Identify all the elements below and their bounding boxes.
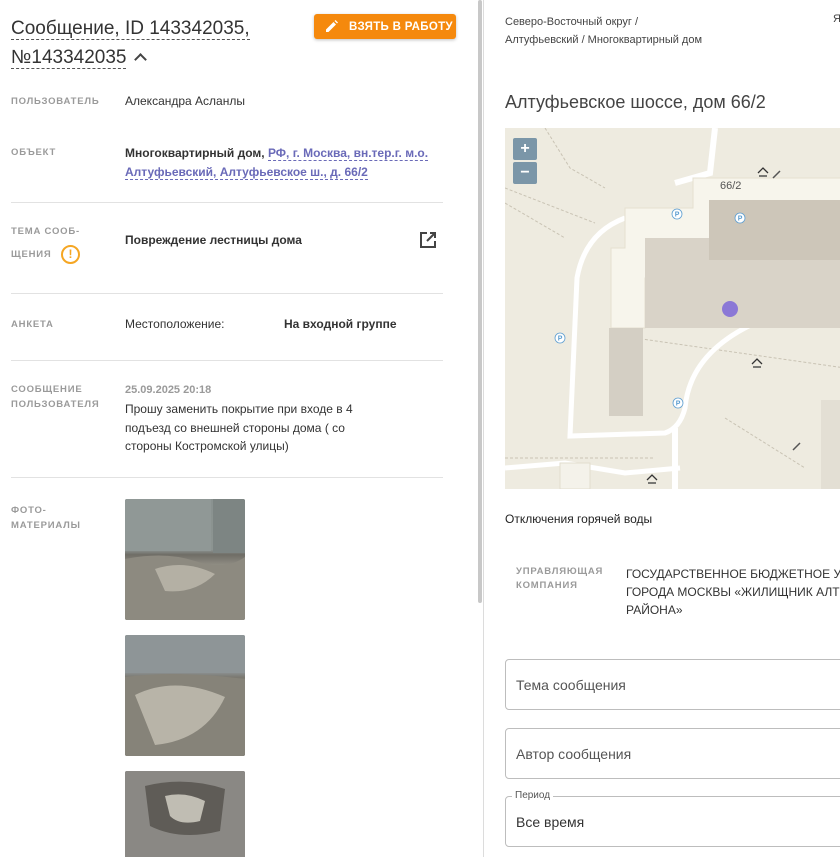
survey-value: На входной группе bbox=[284, 317, 397, 331]
parking-icon: P bbox=[558, 336, 563, 343]
photos-label-2: МАТЕРИАЛЫ bbox=[11, 520, 81, 531]
topic-label-1: ТЕМА СООБ- bbox=[11, 226, 80, 237]
user-value: Александра Асланлы bbox=[125, 94, 245, 108]
topic-input-placeholder: Тема сообщения bbox=[516, 676, 626, 693]
topic-label-2: ЩЕНИЯ bbox=[11, 249, 52, 260]
user-row: ПОЛЬЗОВАТЕЛЬ Александра Асланлы bbox=[11, 94, 443, 124]
period-label: Период bbox=[512, 790, 554, 801]
chevron-up-icon[interactable] bbox=[134, 53, 148, 66]
survey-label: АНКЕТА bbox=[11, 319, 54, 330]
message-text: Прошу заменить покрытие при входе в 4 по… bbox=[125, 402, 353, 453]
message-label-1: СООБЩЕНИЕ bbox=[11, 384, 83, 395]
period-select[interactable]: Период Все время bbox=[505, 790, 840, 847]
object-type: Многоквартирный дом, bbox=[125, 146, 265, 160]
title-line-2: №143342035 bbox=[11, 47, 127, 69]
management-company-label-2: КОМПАНИЯ bbox=[516, 580, 578, 591]
author-input-placeholder: Автор сообщения bbox=[516, 745, 632, 762]
user-message-row: СООБЩЕНИЕ ПОЛЬЗОВАТЕЛЯ 25.09.2025 20:18 … bbox=[11, 382, 443, 462]
photo-thumbnail-3[interactable] bbox=[125, 771, 245, 857]
survey-row: АНКЕТА Местоположение: На входной группе bbox=[11, 317, 443, 341]
divider bbox=[11, 477, 443, 478]
page-title: Сообщение, ID 143342035, №143342035 bbox=[11, 14, 301, 72]
divider bbox=[11, 360, 443, 361]
user-label: ПОЛЬЗОВАТЕЛЬ bbox=[11, 96, 100, 107]
topic-value: Повреждение лестницы дома bbox=[125, 233, 302, 247]
map-house-label: 66/2 bbox=[720, 180, 741, 192]
ya-label: Я bbox=[833, 13, 840, 25]
external-link-icon[interactable] bbox=[419, 231, 437, 249]
map[interactable]: 66/2 P P P P + − bbox=[505, 128, 840, 489]
message-date: 25.09.2025 20:18 bbox=[125, 384, 212, 396]
object-value: Многоквартирный дом, РФ, г. Москва, вн.т… bbox=[125, 144, 435, 182]
object-row: ОБЪЕКТ Многоквартирный дом, РФ, г. Москв… bbox=[11, 145, 443, 185]
survey-key: Местоположение: bbox=[125, 317, 225, 331]
pencil-icon bbox=[326, 19, 338, 32]
zoom-in-button[interactable]: + bbox=[513, 138, 537, 160]
author-input[interactable]: Автор сообщения bbox=[505, 728, 840, 779]
topic-input[interactable]: Тема сообщения bbox=[505, 659, 840, 710]
divider bbox=[11, 293, 443, 294]
period-value: Все время bbox=[516, 813, 585, 830]
management-company-label: УПРАВЛЯЮЩАЯ КОМПАНИЯ bbox=[516, 565, 603, 593]
parking-icon: P bbox=[675, 212, 680, 219]
management-company-value: ГОСУДАРСТВЕННОЕ БЮДЖЕТНОЕ УЧ ГОРОДА МОСК… bbox=[626, 567, 840, 617]
object-panel: Северо-Восточный округ / Алтуфьевский / … bbox=[484, 0, 840, 857]
message-panel: Сообщение, ID 143342035, №143342035 ВЗЯТ… bbox=[0, 0, 483, 857]
hot-water-outages[interactable]: Отключения горячей воды bbox=[505, 512, 652, 526]
object-label: ОБЪЕКТ bbox=[11, 147, 57, 158]
take-to-work-label: ВЗЯТЬ В РАБОТУ bbox=[349, 20, 453, 33]
title-line-1: Сообщение, ID 143342035, bbox=[11, 18, 250, 40]
photo-thumbnail-2[interactable] bbox=[125, 635, 245, 756]
divider bbox=[11, 202, 443, 203]
warning-icon: ! bbox=[61, 245, 80, 264]
photo-thumbnail-1[interactable] bbox=[125, 499, 245, 620]
topic-row: ТЕМА СООБ- ЩЕНИЯ ! Повреждение лестницы … bbox=[11, 224, 443, 274]
breadcrumb: Северо-Восточный округ / Алтуфьевский / … bbox=[505, 16, 703, 46]
management-company-label-1: УПРАВЛЯЮЩАЯ bbox=[516, 566, 604, 577]
address-title: Алтуфьевское шоссе, дом 66/2 bbox=[505, 92, 766, 112]
scrollbar[interactable] bbox=[478, 0, 482, 603]
photos-label-1: ФОТО- bbox=[11, 505, 47, 516]
zoom-out-button[interactable]: − bbox=[513, 162, 537, 184]
parking-icon: P bbox=[738, 216, 743, 223]
parking-icon: P bbox=[676, 401, 681, 408]
map-zoom-controls: + − bbox=[513, 138, 537, 185]
take-to-work-button[interactable]: ВЗЯТЬ В РАБОТУ bbox=[314, 14, 456, 39]
message-label-2: ПОЛЬЗОВАТЕЛЯ bbox=[11, 399, 100, 410]
